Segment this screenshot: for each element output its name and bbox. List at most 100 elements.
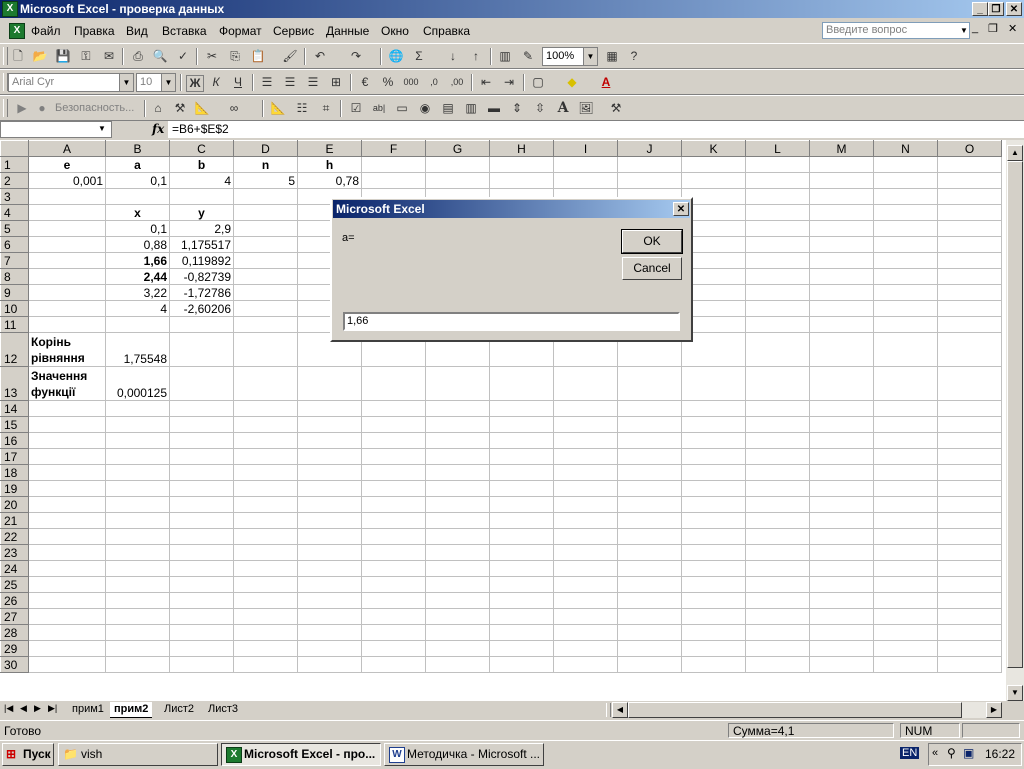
cell[interactable]: 4	[105, 300, 170, 317]
cell[interactable]: b	[169, 156, 234, 173]
cell[interactable]	[169, 544, 234, 561]
column-header-e[interactable]: E	[297, 140, 362, 157]
menu-file[interactable]: Файл	[31, 24, 61, 38]
column-header-f[interactable]: F	[361, 140, 426, 157]
cell[interactable]	[745, 156, 810, 173]
cell[interactable]	[809, 624, 874, 641]
cell[interactable]	[553, 480, 618, 497]
checkbox-icon[interactable]: ☑	[348, 101, 364, 116]
cell[interactable]	[617, 156, 682, 173]
cell[interactable]	[873, 544, 938, 561]
cell[interactable]	[873, 560, 938, 577]
hscroll-thumb[interactable]	[628, 702, 962, 718]
cell[interactable]	[617, 640, 682, 657]
cell[interactable]	[361, 464, 426, 481]
cell[interactable]	[745, 496, 810, 513]
play-icon[interactable]: ▶	[14, 101, 30, 116]
listbox-icon[interactable]: ▤	[440, 101, 456, 116]
row-header[interactable]: 23	[0, 544, 29, 561]
cell[interactable]	[745, 608, 810, 625]
cell[interactable]	[809, 172, 874, 189]
start-button[interactable]: ⊞ Пуск	[2, 743, 54, 766]
cell[interactable]	[553, 172, 618, 189]
cell[interactable]	[681, 480, 746, 497]
cell[interactable]	[361, 416, 426, 433]
cell[interactable]	[233, 576, 298, 593]
save-icon[interactable]: 💾	[55, 49, 71, 64]
redo-icon[interactable]: ↷	[348, 49, 364, 64]
print-icon[interactable]: ⎙	[130, 49, 146, 64]
cell[interactable]	[489, 464, 554, 481]
menu-window[interactable]: Окно	[381, 24, 409, 38]
cell[interactable]	[745, 480, 810, 497]
cell[interactable]	[617, 448, 682, 465]
cell[interactable]	[28, 268, 106, 285]
sort-desc-icon[interactable]: ↑	[468, 49, 484, 64]
cell[interactable]	[489, 416, 554, 433]
cell[interactable]	[809, 576, 874, 593]
cell[interactable]	[617, 416, 682, 433]
scroll-thumb[interactable]	[1007, 161, 1023, 668]
row-header[interactable]: 30	[0, 656, 29, 673]
cell[interactable]	[169, 188, 234, 205]
row-header[interactable]: 17	[0, 448, 29, 465]
cell[interactable]	[28, 220, 106, 237]
vba-icon[interactable]: ⌂	[150, 101, 166, 116]
cell[interactable]	[809, 480, 874, 497]
column-header-h[interactable]: H	[489, 140, 554, 157]
permission-icon[interactable]: ⚿	[78, 49, 94, 64]
column-header-n[interactable]: N	[873, 140, 938, 157]
cell[interactable]	[809, 252, 874, 269]
cell[interactable]	[681, 496, 746, 513]
print-preview-icon[interactable]: 🔍	[152, 49, 168, 64]
cell[interactable]	[745, 464, 810, 481]
cell[interactable]	[937, 448, 1002, 465]
cell[interactable]	[233, 528, 298, 545]
cell[interactable]	[169, 416, 234, 433]
cell[interactable]	[105, 496, 170, 513]
network-icon[interactable]: ⚲	[947, 746, 956, 760]
cell[interactable]	[233, 448, 298, 465]
cell[interactable]	[105, 576, 170, 593]
fx-icon[interactable]: fx	[152, 122, 164, 136]
cell[interactable]	[425, 640, 490, 657]
cell[interactable]	[553, 366, 618, 401]
cell[interactable]: 1,66	[105, 252, 170, 269]
column-header-m[interactable]: M	[809, 140, 874, 157]
cell[interactable]	[745, 366, 810, 401]
cell[interactable]	[105, 544, 170, 561]
cell[interactable]	[361, 400, 426, 417]
cell[interactable]: y	[169, 204, 234, 221]
dialog-title-bar[interactable]: Microsoft Excel ✕	[333, 200, 690, 218]
cell[interactable]	[937, 220, 1002, 237]
cell[interactable]	[233, 316, 298, 333]
cell[interactable]	[233, 252, 298, 269]
cell[interactable]	[873, 204, 938, 221]
cell[interactable]	[28, 608, 106, 625]
cell[interactable]	[361, 172, 426, 189]
cell[interactable]	[681, 448, 746, 465]
cell[interactable]	[617, 496, 682, 513]
cell[interactable]	[297, 512, 362, 529]
cell[interactable]	[425, 576, 490, 593]
cell[interactable]	[745, 416, 810, 433]
cell[interactable]	[28, 656, 106, 673]
record-icon[interactable]: ●	[34, 101, 50, 116]
cell[interactable]	[233, 416, 298, 433]
row-header[interactable]: 8	[0, 268, 29, 285]
cell[interactable]	[681, 544, 746, 561]
row-header[interactable]: 9	[0, 284, 29, 301]
align-left-icon[interactable]: ☰	[259, 75, 275, 90]
cell[interactable]	[425, 624, 490, 641]
taskbar-item-excel[interactable]: X Microsoft Excel - про...	[221, 743, 381, 766]
cell[interactable]: 0,000125	[105, 366, 170, 401]
cell[interactable]	[105, 464, 170, 481]
cell[interactable]	[233, 204, 298, 221]
cell[interactable]	[745, 528, 810, 545]
thousands-icon[interactable]: 000	[403, 75, 419, 90]
align-center-icon[interactable]: ☰	[282, 75, 298, 90]
cell[interactable]	[105, 432, 170, 449]
cell[interactable]	[489, 432, 554, 449]
cell[interactable]	[745, 512, 810, 529]
cell[interactable]	[169, 528, 234, 545]
